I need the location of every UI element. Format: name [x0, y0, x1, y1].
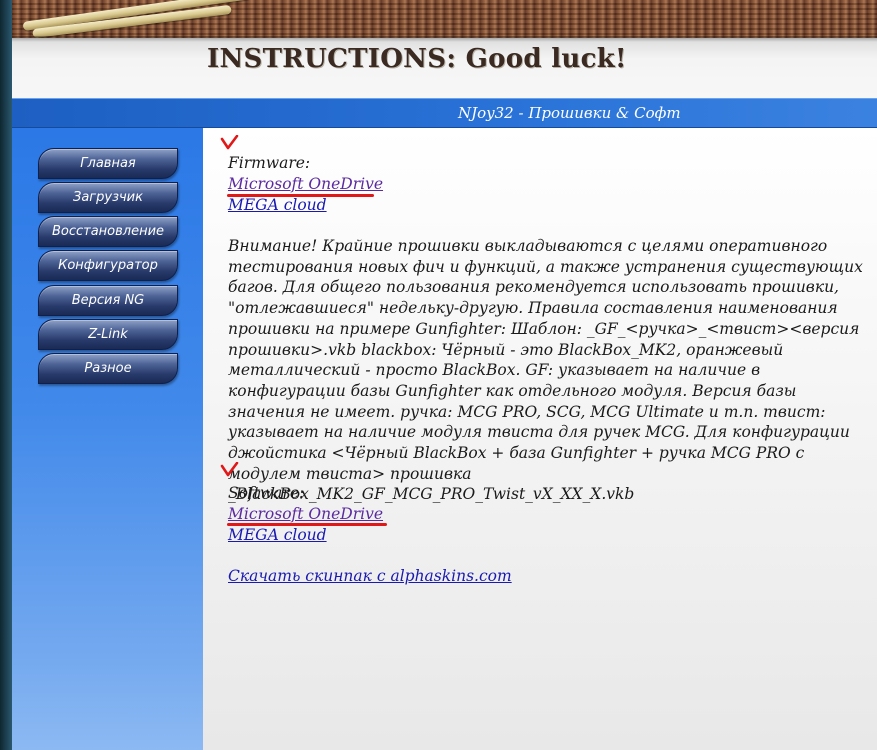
nav-button-recovery[interactable]: Восстановление: [38, 216, 178, 247]
annotation-check-icon: [220, 135, 239, 150]
nav-button-home[interactable]: Главная: [38, 148, 178, 179]
header-banner: INSTRUCTIONS: Good luck!: [12, 0, 877, 98]
banner-shadow: [12, 36, 877, 42]
site-title-bar: NJoy32 - Прошивки & Софт: [12, 98, 877, 128]
skinpack-download-link[interactable]: Скачать скинпак с alphaskins.com: [228, 566, 512, 587]
software-label: Software:: [228, 484, 305, 502]
nav-button-version-ng[interactable]: Версия NG: [38, 285, 178, 316]
window-edge: [0, 0, 12, 750]
main-content: Firmware: Microsoft OneDrive MEGA cloud …: [203, 128, 877, 750]
software-onedrive-link[interactable]: Microsoft OneDrive: [228, 504, 383, 525]
nav-button-z-link[interactable]: Z-Link: [38, 319, 178, 350]
firmware-onedrive-link[interactable]: Microsoft OneDrive: [228, 174, 383, 195]
firmware-notice-text: Внимание! Крайние прошивки выкладываются…: [228, 237, 863, 504]
site-title: NJoy32 - Прошивки & Софт: [458, 104, 681, 122]
annotation-check-icon: [220, 462, 239, 477]
firmware-mega-link[interactable]: MEGA cloud: [228, 195, 327, 216]
firmware-label: Firmware:: [228, 154, 311, 172]
banner-title: INSTRUCTIONS: Good luck!: [207, 44, 627, 74]
nav-button-misc[interactable]: Разное: [38, 353, 178, 384]
nav-button-configurator[interactable]: Конфигуратор: [38, 250, 178, 281]
nav-button-loader[interactable]: Загрузчик: [38, 182, 178, 213]
software-mega-link[interactable]: MEGA cloud: [228, 525, 327, 546]
sidebar-nav: Главная Загрузчик Восстановление Конфигу…: [12, 128, 203, 750]
